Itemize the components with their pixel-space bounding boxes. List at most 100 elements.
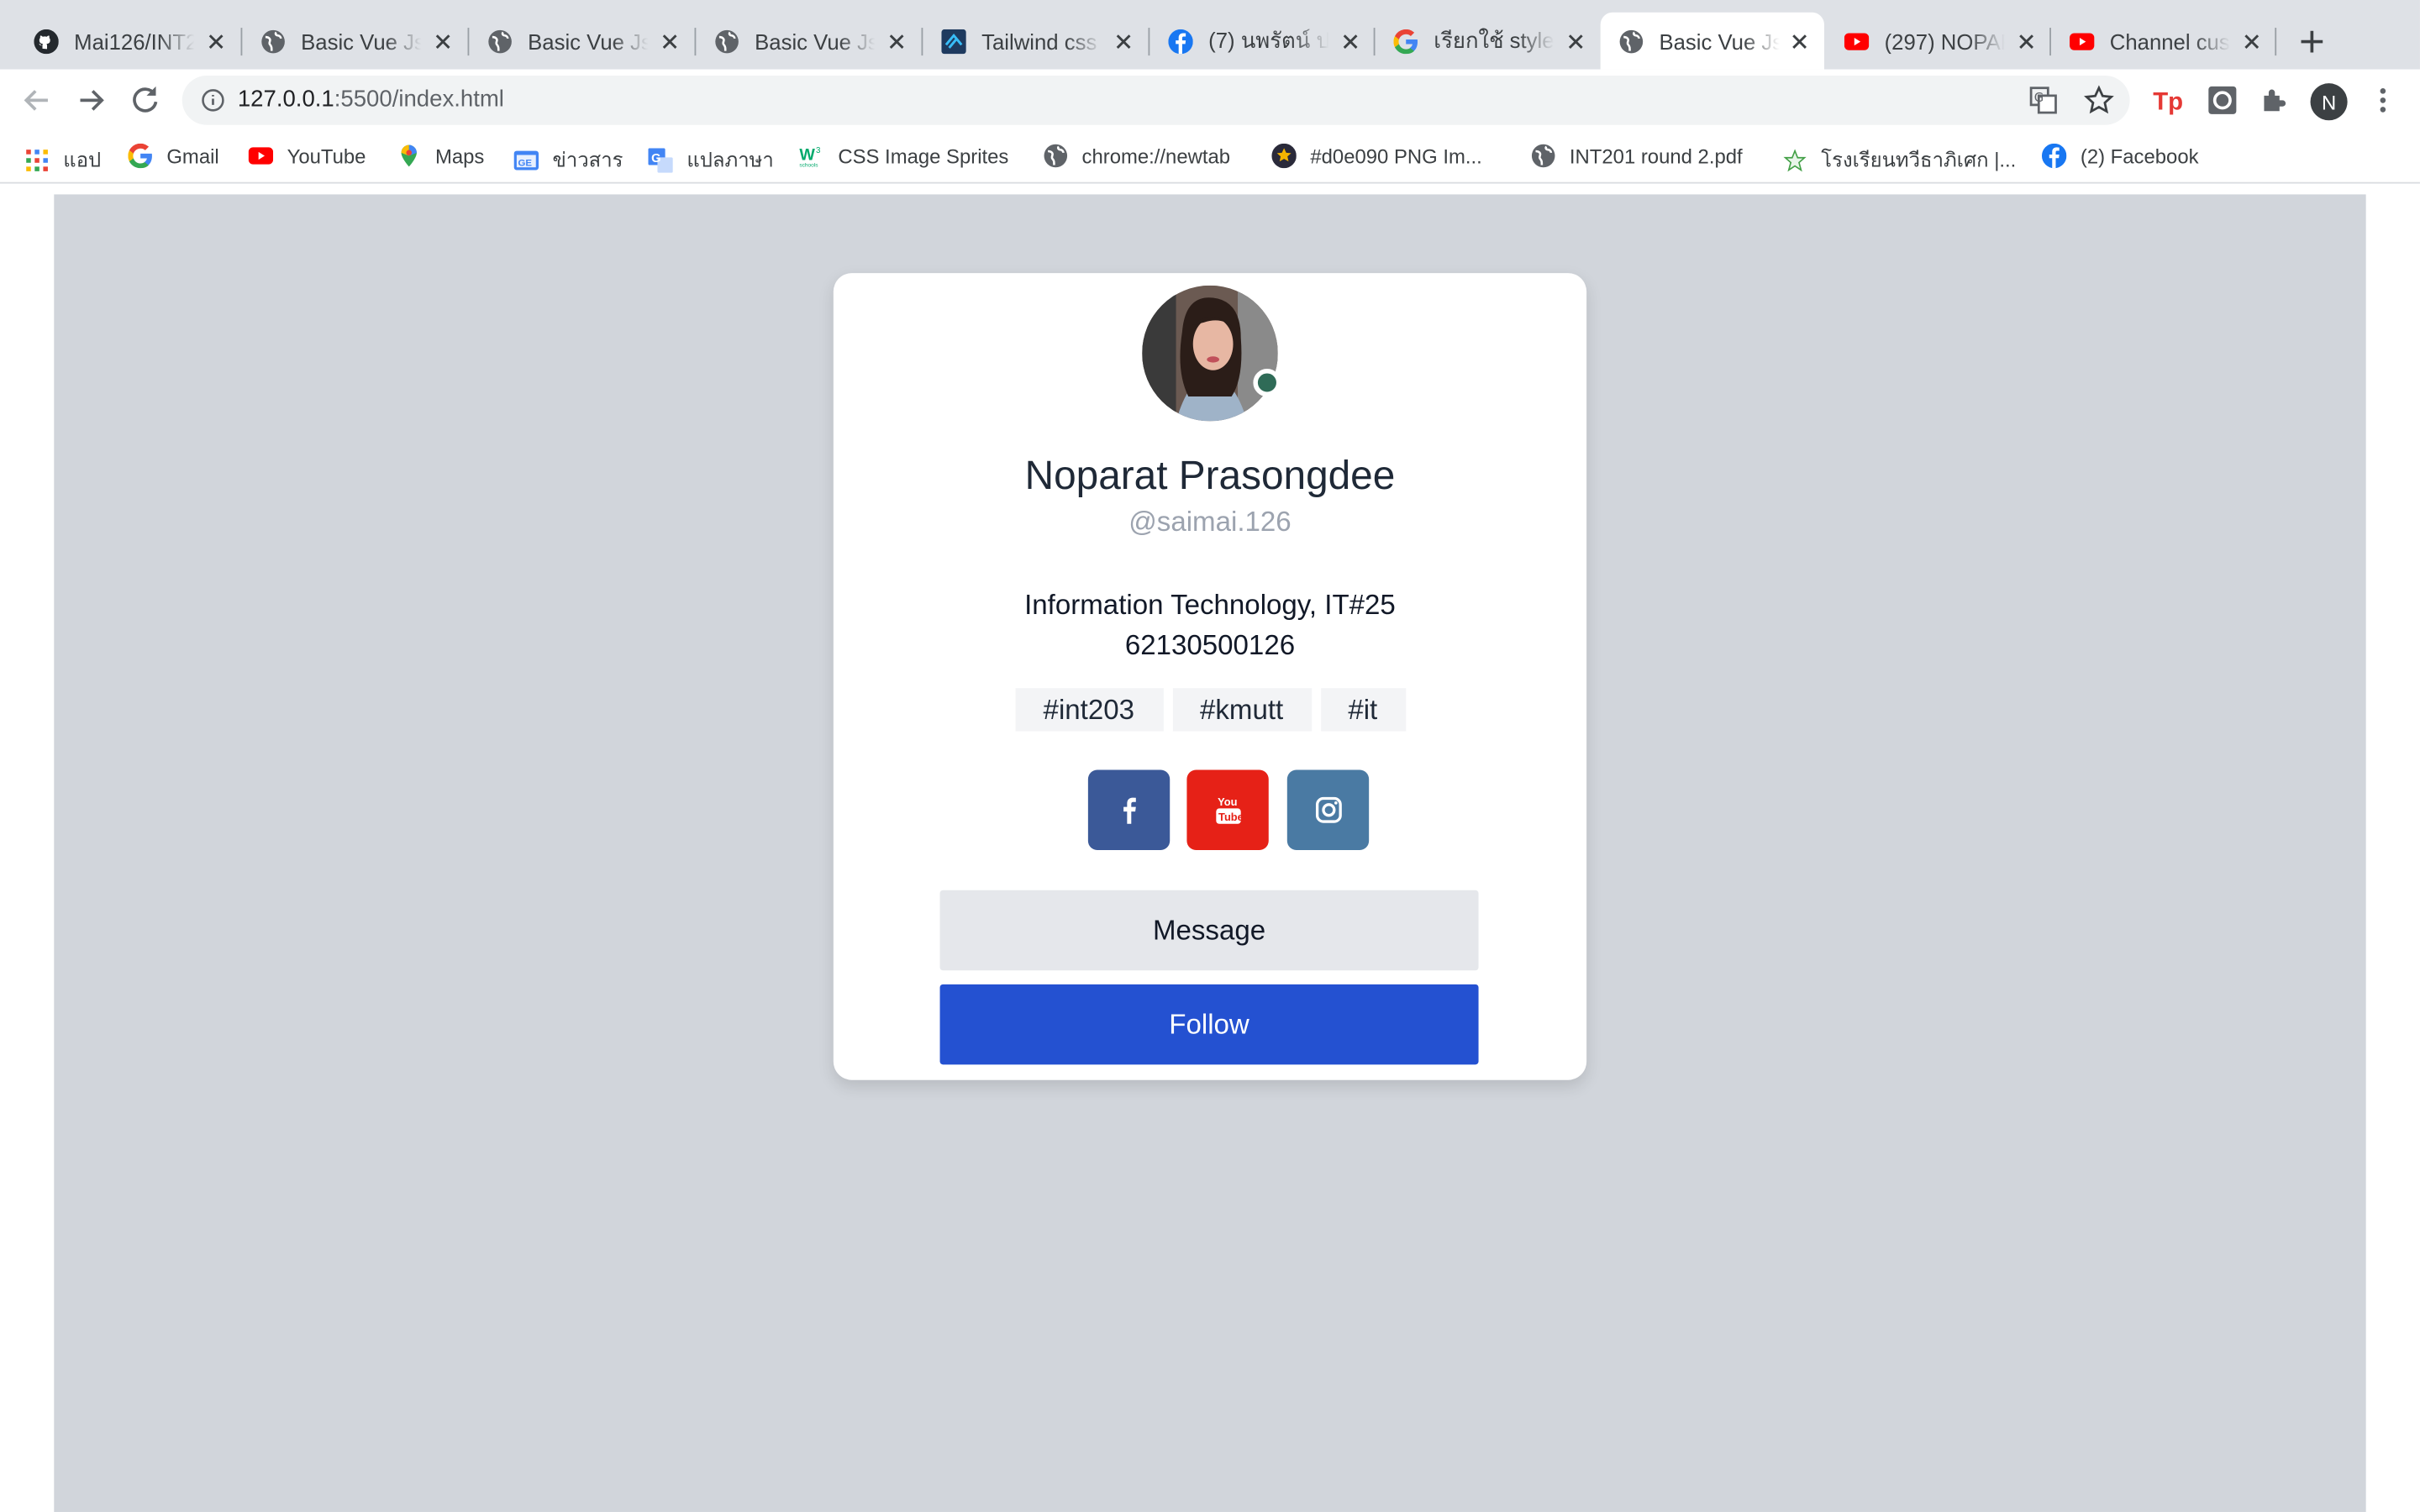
tag-chip[interactable]: #it bbox=[1320, 688, 1406, 732]
youtube-icon bbox=[2070, 29, 2095, 53]
facebook-icon bbox=[2041, 143, 2067, 169]
online-status-dot bbox=[1253, 368, 1281, 397]
w3schools-icon: W 3 schools bbox=[799, 144, 823, 168]
news-icon: GE bbox=[513, 147, 539, 171]
close-icon[interactable] bbox=[2014, 29, 2039, 54]
tab-title: Mai126/INT203 bbox=[74, 28, 194, 54]
close-icon[interactable] bbox=[1564, 29, 1588, 54]
tag-chip[interactable]: #kmutt bbox=[1171, 688, 1312, 732]
forward-arrow-icon[interactable] bbox=[72, 81, 109, 118]
tag-chip[interactable]: #int203 bbox=[1014, 688, 1163, 732]
browser-tab[interactable]: Basic Vue Js bbox=[242, 13, 467, 70]
svg-text:Tube: Tube bbox=[1218, 811, 1243, 823]
browser-tab[interactable]: Basic Vue Js bbox=[469, 13, 694, 70]
bookmark-news[interactable]: GE ข่าวสาร bbox=[513, 144, 623, 176]
close-icon[interactable] bbox=[430, 29, 455, 54]
bookmark-label: YouTube bbox=[287, 144, 366, 168]
bookmark-label: (2) Facebook bbox=[2080, 144, 2199, 168]
youtube-icon bbox=[1844, 29, 1870, 53]
url-text: 127.0.0.1:5500/index.html bbox=[237, 86, 504, 113]
bookmark-newtab[interactable]: chrome://newtab bbox=[1044, 144, 1230, 168]
browser-tab[interactable]: (7) นพรัตน์ ประสงค์ดี bbox=[1150, 13, 1375, 70]
browser-tab[interactable]: Channel customization bbox=[2051, 13, 2276, 70]
tab-strip: Mai126/INT203 Basic Vue Js Basic Vue Js … bbox=[0, 0, 2420, 70]
tab-title: Channel customization bbox=[2109, 28, 2230, 54]
bookmark-maps[interactable]: Maps bbox=[397, 144, 484, 168]
profile-card: Noparat Prasongdee @saimai.126 Informati… bbox=[833, 273, 1587, 1080]
translate-icon[interactable]: G bbox=[2028, 85, 2059, 116]
bookmark-star-icon[interactable] bbox=[2084, 85, 2115, 116]
globe-icon bbox=[260, 29, 285, 53]
browser-toolbar: 127.0.0.1:5500/index.html G Tp N bbox=[0, 69, 2420, 132]
bookmark-facebook[interactable]: (2) Facebook bbox=[2041, 143, 2199, 169]
maps-pin-icon bbox=[397, 144, 421, 168]
back-arrow-icon[interactable] bbox=[18, 81, 55, 118]
follow-button[interactable]: Follow bbox=[939, 984, 1479, 1065]
tag-list: #int203 #kmutt #it bbox=[834, 688, 1586, 732]
bookmark-translate[interactable]: G แปลภาษา bbox=[648, 144, 774, 176]
bookmark-apps[interactable]: แอป bbox=[24, 144, 101, 176]
close-icon[interactable] bbox=[1787, 29, 1812, 54]
message-button[interactable]: Message bbox=[939, 890, 1479, 971]
bookmark-label: ข่าวสาร bbox=[552, 148, 623, 171]
bookmark-label: Maps bbox=[434, 144, 485, 168]
bookmark-int201[interactable]: INT201 round 2.pdf bbox=[1531, 144, 1743, 168]
globe-icon bbox=[1619, 29, 1644, 53]
profile-bio: Information Technology, IT#25 6213050012… bbox=[834, 585, 1586, 665]
profile-handle: @saimai.126 bbox=[1128, 506, 1292, 538]
bookmark-youtube[interactable]: YouTube bbox=[248, 144, 366, 168]
tab-title: (297) NOPARAT bbox=[1884, 28, 2005, 54]
youtube-button[interactable]: You Tube bbox=[1186, 769, 1269, 851]
profile-name: Noparat Prasongdee bbox=[1024, 452, 1396, 499]
facebook-button[interactable] bbox=[1087, 769, 1171, 851]
tab-title: Tailwind css bbox=[981, 28, 1097, 54]
menu-dots-icon[interactable] bbox=[2367, 85, 2398, 116]
bookmark-png[interactable]: #d0e090 PNG Im... bbox=[1271, 143, 1482, 169]
bookmark-label: Gmail bbox=[166, 144, 219, 168]
browser-tab-active[interactable]: Basic Vue Js bbox=[1600, 12, 1824, 70]
extensions-puzzle-icon[interactable] bbox=[2260, 85, 2291, 116]
globe-icon bbox=[714, 29, 739, 53]
apps-grid-icon bbox=[24, 147, 49, 171]
tab-title: Basic Vue Js bbox=[1659, 28, 1780, 54]
bookmark-label: โรงเรียนทวีธาภิเศก |... bbox=[1821, 148, 2017, 171]
browser-tab[interactable]: (297) NOPARAT bbox=[1826, 13, 2051, 70]
bookmark-gmail[interactable]: Gmail bbox=[128, 143, 219, 169]
close-icon[interactable] bbox=[203, 29, 228, 54]
info-icon[interactable] bbox=[201, 88, 225, 113]
close-icon[interactable] bbox=[1338, 29, 1362, 54]
browser-tab[interactable]: Basic Vue Js bbox=[696, 13, 921, 70]
facebook-icon bbox=[1123, 797, 1135, 824]
new-tab-plus-icon[interactable] bbox=[2293, 24, 2330, 60]
svg-text:schools: schools bbox=[799, 163, 818, 169]
bookmark-label: แอป bbox=[63, 148, 102, 171]
translate-icon: G bbox=[648, 147, 673, 172]
bookmark-css-sprites[interactable]: W 3 schools CSS Image Sprites bbox=[799, 144, 1008, 168]
browser-tab[interactable]: เรียกใช้ style bbox=[1375, 13, 1600, 70]
tailwind-icon bbox=[941, 28, 966, 54]
instagram-button[interactable] bbox=[1286, 769, 1370, 851]
globe-icon bbox=[487, 29, 512, 53]
tab-title: (7) นพรัตน์ ประสงค์ดี bbox=[1208, 27, 1329, 52]
profile-avatar[interactable]: N bbox=[2310, 83, 2348, 121]
close-icon[interactable] bbox=[1111, 29, 1135, 54]
youtube-icon: You Tube bbox=[1215, 795, 1243, 824]
reload-icon[interactable] bbox=[127, 81, 164, 118]
globe-icon bbox=[1531, 144, 1555, 168]
svg-text:G: G bbox=[2034, 91, 2044, 105]
bio-line: Information Technology, IT#25 bbox=[1024, 589, 1396, 621]
browser-tab[interactable]: Mai126/INT203 bbox=[15, 13, 240, 70]
address-bar[interactable]: 127.0.0.1:5500/index.html G bbox=[182, 75, 2130, 125]
bookmark-school[interactable]: โรงเรียนทวีธาภิเศก |... bbox=[1782, 144, 2016, 176]
tab-title: เรียกใช้ style bbox=[1434, 27, 1555, 52]
close-icon[interactable] bbox=[657, 29, 681, 54]
close-icon[interactable] bbox=[2239, 29, 2264, 54]
browser-tab[interactable]: Tailwind css bbox=[923, 13, 1148, 70]
instagram-icon bbox=[1315, 796, 1341, 823]
star-badge-icon bbox=[1271, 143, 1297, 169]
tp-extension-icon[interactable]: Tp bbox=[2153, 85, 2184, 116]
bookmark-label: แปลภาษา bbox=[687, 148, 774, 171]
page-background: Noparat Prasongdee @saimai.126 Informati… bbox=[54, 194, 2366, 1512]
close-icon[interactable] bbox=[884, 29, 908, 54]
extension-o-icon[interactable] bbox=[2207, 85, 2238, 116]
